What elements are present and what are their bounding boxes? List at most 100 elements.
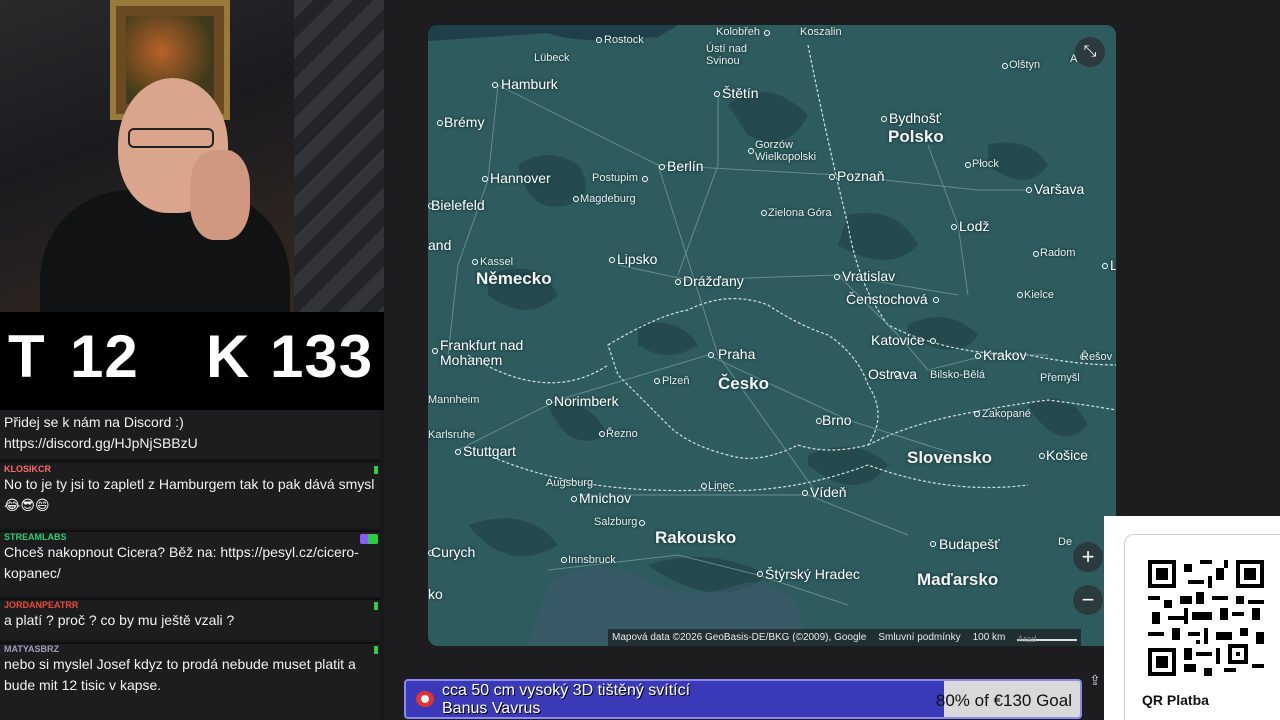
map-label: Hamburk xyxy=(501,76,558,92)
chat-username: STREAMLABS xyxy=(4,532,67,542)
map-terms-link[interactable]: Smluvní podmínky xyxy=(878,629,960,646)
map-label: Koszalin xyxy=(800,26,842,38)
chat-message: STREAMLABS Chceš nakopnout Cicera? Běž n… xyxy=(0,532,380,596)
donation-goal-bar: cca 50 cm vysoký 3D tištěný svítící Banu… xyxy=(404,679,1082,719)
map-label: Norimberk xyxy=(554,393,619,409)
chat-message: KLOSIKCR No to je ty jsi to zapletl z Ha… xyxy=(0,464,380,528)
map-label: Postupim xyxy=(592,172,638,184)
map-label: L xyxy=(1110,257,1116,273)
map-label: Přemyšl xyxy=(1040,372,1080,384)
fullscreen-exit-icon[interactable]: ⤡ xyxy=(1075,37,1105,67)
map-label: Ostrava xyxy=(868,366,918,382)
map-label: Kassel xyxy=(480,256,514,268)
chat-text: a platí ? proč ? co by mu ještě vzali ? xyxy=(4,612,235,628)
share-icon[interactable]: ⇪ xyxy=(1084,672,1106,694)
map-label: Gorzów Wielkopolski xyxy=(755,139,817,164)
chat-username: JORDANPEATRR xyxy=(4,600,79,610)
map-label: Maďarsko xyxy=(917,570,999,589)
map-label: Olštyn xyxy=(1009,59,1041,71)
chat-text: Přidej se k nám na Discord :) https://di… xyxy=(4,414,198,451)
map-label: Drážďany xyxy=(683,273,744,289)
map-label: Lipsko xyxy=(617,251,658,267)
goal-title-line1: cca 50 cm vysoký 3D tištěný svítící xyxy=(442,682,691,699)
chat-text: Chceš nakopnout Cicera? Běž na: https://… xyxy=(4,544,359,581)
map-label: Vratislav xyxy=(842,268,896,284)
map-scale: 100 km xyxy=(972,632,1006,643)
map-label: Štětín xyxy=(722,85,759,101)
map-label: Česko xyxy=(718,374,770,393)
map-label: Brno xyxy=(822,412,852,428)
goal-progress: 80% of €130 Goal xyxy=(935,691,1072,710)
map-label: Kielce xyxy=(1024,289,1054,301)
map-label: Bilsko-Bělá xyxy=(930,369,986,381)
map-label: Poznaň xyxy=(837,168,885,184)
chat-message: MATYASBRZ nebo si myslel Josef kdyz to p… xyxy=(0,644,380,720)
goal-title-line2: Banus Vavrus xyxy=(442,700,541,717)
map-scale-bar: Arad xyxy=(1017,631,1078,644)
map-label: Innsbruck xyxy=(568,554,616,566)
map-label: Hannover xyxy=(490,170,551,186)
acoustic-panel xyxy=(294,0,384,312)
qr-label: QR Platba xyxy=(1142,692,1209,708)
map-label: Zielona Góra xyxy=(768,207,832,219)
map-label: Stuttgart xyxy=(463,443,516,459)
map-label: Mannheim xyxy=(428,394,480,406)
map-label: Frankfurt nad Mohanem xyxy=(440,337,524,369)
map-label: Plzeň xyxy=(662,375,690,387)
mod-badge-icon xyxy=(374,602,378,610)
qr-payment-panel: QR Platba xyxy=(1104,516,1280,720)
map-label: Mnichov xyxy=(579,490,632,506)
chat-message: JORDANPEATRR a platí ? proč ? co by mu j… xyxy=(0,600,380,640)
chat-message: Přidej se k nám na Discord :) https://di… xyxy=(0,410,380,458)
goal-title: cca 50 cm vysoký 3D tištěný svítící Banu… xyxy=(442,682,691,717)
chat-username: KLOSIKCR xyxy=(4,464,51,474)
map-label: and xyxy=(428,237,452,253)
mod-badge-icon xyxy=(374,466,378,474)
map-label: Kolobřeh xyxy=(716,26,761,38)
map-label: Magdeburg xyxy=(580,193,636,205)
map-label: Linec xyxy=(708,480,735,492)
t-value: 12 xyxy=(70,323,139,390)
map-terrain xyxy=(428,25,1116,646)
map-label: De xyxy=(1058,536,1073,548)
map-label: Vídeň xyxy=(810,484,847,500)
map-label: Arad xyxy=(1017,634,1037,644)
streamlabs-heart-icon xyxy=(416,691,434,707)
map-label: Německo xyxy=(476,269,552,288)
map-view[interactable]: Kolobřeh Koszalin Rostock Ústí nad Svino… xyxy=(428,25,1116,646)
chat-text: No to je ty jsi to zapletl z Hamburgem t… xyxy=(4,476,375,513)
map-label: Krakov xyxy=(983,347,1027,363)
map-label: Varšava xyxy=(1034,181,1085,197)
glasses xyxy=(128,128,214,148)
k-value: 133 xyxy=(270,323,374,390)
map-label: Štýrský Hradec xyxy=(765,566,860,582)
qr-code xyxy=(1148,560,1264,676)
map-label: Budapešť xyxy=(939,536,1000,552)
map-label: Zakopané xyxy=(982,408,1031,420)
map-label: Bielefeld xyxy=(431,197,485,213)
map-label: Curych xyxy=(431,544,476,560)
map-label: Polsko xyxy=(888,127,944,146)
chat-text: nebo si myslel Josef kdyz to prodá nebud… xyxy=(4,656,356,693)
map-label: Bydhošť xyxy=(889,110,941,126)
map-label: Čenstochová xyxy=(846,291,928,307)
map-label: Płock xyxy=(972,158,999,170)
map-label: Augsburg xyxy=(546,477,594,489)
map-label: Řešov xyxy=(1081,351,1113,363)
map-attribution-bar: Mapová data ©2026 GeoBasis-DE/BKG (©2009… xyxy=(608,629,1082,646)
map-label: Brémy xyxy=(444,114,485,130)
k-label: K xyxy=(206,323,251,390)
streamer-hand xyxy=(190,150,250,240)
verified-badge-icon xyxy=(368,534,378,544)
t-label: T xyxy=(8,323,46,390)
map-label: Rostock xyxy=(604,34,644,46)
map-label: Lodž xyxy=(959,218,990,234)
map-label: Košice xyxy=(1046,447,1089,463)
map-label: Radom xyxy=(1040,247,1076,259)
map-label: Ústí nad Svinou xyxy=(706,43,747,68)
zoom-in-button[interactable]: + xyxy=(1073,542,1103,572)
mod-badge-icon xyxy=(374,646,378,654)
map-attribution: Mapová data ©2026 GeoBasis-DE/BKG (©2009… xyxy=(612,632,867,643)
map-label: Lübeck xyxy=(534,52,570,64)
zoom-out-button[interactable]: − xyxy=(1073,585,1103,615)
